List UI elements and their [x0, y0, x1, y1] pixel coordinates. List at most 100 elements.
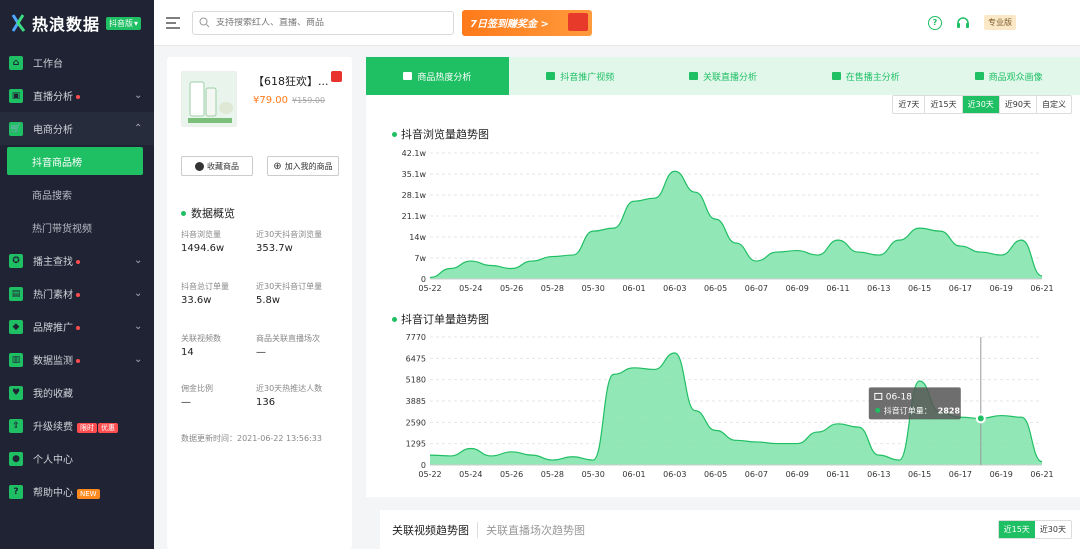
- tab-person[interactable]: 在售播主分析: [794, 57, 937, 95]
- promo-text: 7日签到赚奖金 >: [470, 19, 549, 30]
- logo[interactable]: 热浪数据 抖音版 ▾: [0, 0, 154, 46]
- x-tick-label: 06-15: [908, 284, 931, 293]
- collect-button[interactable]: 收藏商品: [181, 156, 253, 176]
- promo-banner[interactable]: 7日签到赚奖金 >: [462, 9, 592, 36]
- range-30d[interactable]: 近30天: [1035, 521, 1071, 538]
- product-title[interactable]: 【618狂欢】...: [253, 73, 329, 89]
- chart-icon: ▥: [9, 352, 23, 367]
- x-tick-label: 05-22: [418, 284, 441, 293]
- x-tick-label: 06-01: [622, 284, 645, 293]
- topbar-actions: ? 专业版: [928, 15, 1080, 30]
- stat-item: 近30天抖音订单量 5.8w: [256, 281, 322, 306]
- stat-label: 商品关联直播场次: [256, 334, 320, 343]
- add-label: 加入我的商品: [284, 161, 333, 171]
- sidebar-item[interactable]: ▥ 数据监测 ⌄: [0, 343, 154, 376]
- tab-bag[interactable]: 商品热度分析: [366, 57, 509, 95]
- stat-item: 抖音浏览量 1494.6w: [181, 229, 224, 254]
- sidebar-item-text: 工作台: [33, 59, 63, 70]
- promo-tag: 限时: [77, 423, 97, 433]
- chevron-down-icon: ⌄: [134, 255, 143, 266]
- date-range-selector: 近7天 近15天 近30天 近90天 自定义: [892, 95, 1072, 114]
- sidebar-item[interactable]: ? 帮助中心 NEW: [0, 475, 154, 508]
- sidebar-item-text: 个人中心: [33, 455, 73, 466]
- chevron-down-icon: ⌄: [134, 288, 143, 299]
- sidebar-item[interactable]: ♥ 我的收藏: [0, 376, 154, 409]
- green-dot-icon: [392, 131, 397, 137]
- version-badge[interactable]: 抖音版 ▾: [106, 16, 142, 30]
- x-tick-label: 06-11: [826, 284, 849, 293]
- heart-icon: ♥: [9, 385, 23, 400]
- range-option[interactable]: 自定义: [1037, 96, 1071, 113]
- tab-video[interactable]: 抖音推广视频: [509, 57, 652, 95]
- user-icon: ●: [9, 451, 23, 466]
- sidebar-subitem-label: 热门带货视频: [32, 224, 92, 235]
- sidebar-item-text: 品牌推广: [33, 323, 73, 334]
- sidebar-subitem[interactable]: 商品搜索: [0, 178, 154, 211]
- sidebar-item[interactable]: ▣ 直播分析 ⌄: [0, 79, 154, 112]
- tooltip-label: 抖音订单量：: [884, 405, 932, 415]
- views-chart[interactable]: 0 7w 14w 21.1w 28.1w 35.1w 42.1w 05-22 05-24 05-2…: [366, 145, 1080, 303]
- sidebar-item[interactable]: ◆ 品牌推广 ⌄: [0, 310, 154, 343]
- orders-chart[interactable]: 0 1295 2590 3885 5180 6475 7770 05-22 05-24 05-26…: [366, 329, 1080, 489]
- x-tick-label: 06-03: [663, 470, 686, 479]
- range-option[interactable]: 近7天: [893, 96, 926, 113]
- headset-icon[interactable]: [956, 16, 970, 30]
- sidebar-item-label: 升级续费 限时 优惠: [33, 418, 146, 433]
- sidebar-subitem[interactable]: 热门带货视频: [0, 211, 154, 244]
- search-input[interactable]: [216, 17, 436, 28]
- heart-icon: [195, 161, 204, 171]
- range-option[interactable]: 近15天: [925, 96, 963, 113]
- y-tick-label: 35.1w: [402, 170, 427, 179]
- tab-link[interactable]: 关联直播分析: [652, 57, 795, 95]
- x-tick-label: 06-15: [908, 470, 931, 479]
- range-option[interactable]: 近30天: [962, 96, 1000, 113]
- sidebar-item[interactable]: 🛒 电商分析 ⌃: [0, 112, 154, 145]
- sidebar-item-label: 直播分析: [33, 88, 134, 103]
- add-product-button[interactable]: ⊕ 加入我的商品: [267, 156, 339, 176]
- views-chart-title: 抖音浏览量趋势图: [392, 126, 489, 142]
- stat-value: 136: [256, 397, 276, 408]
- sidebar-item-text: 电商分析: [33, 125, 73, 136]
- sidebar-item[interactable]: ⌂ 工作台: [0, 46, 154, 79]
- x-tick-label: 05-26: [500, 470, 523, 479]
- y-tick-label: 6475: [406, 354, 426, 363]
- chevron-down-icon: ⌄: [134, 354, 143, 365]
- trend-section-header: 关联视频趋势图 关联直播场次趋势图 近15天 近30天: [380, 510, 1080, 549]
- y-tick-label: 21.1w: [402, 212, 427, 221]
- sidebar-item[interactable]: ⇧ 升级续费 限时 优惠: [0, 409, 154, 442]
- x-tick-label: 05-28: [541, 284, 564, 293]
- sidebar-item[interactable]: ✪ 播主查找 ⌄: [0, 244, 154, 277]
- x-tick-label: 06-13: [867, 470, 890, 479]
- collect-label: 收藏商品: [207, 161, 239, 171]
- bag-icon: [403, 72, 413, 80]
- help-icon: ?: [9, 484, 23, 499]
- product-card: 【618狂欢】... ¥79.00 ¥159.00 收藏商品 ⊕ 加入我的商品 数据…: [167, 57, 352, 549]
- x-tick-label: 05-30: [582, 284, 605, 293]
- x-tick-label: 06-05: [704, 284, 727, 293]
- product-image[interactable]: [181, 71, 237, 127]
- y-tick-label: 14w: [409, 233, 426, 242]
- tab-video-trend[interactable]: 关联视频趋势图: [392, 522, 469, 538]
- portrait-icon: [974, 72, 984, 80]
- stat-item: 佣金比例 —: [181, 383, 213, 408]
- tooltip-value: 2828: [938, 406, 961, 415]
- red-dot-badge: [76, 293, 80, 297]
- sidebar-subitem-label: 商品搜索: [32, 191, 72, 202]
- orders-chart-title: 抖音订单量趋势图: [392, 311, 489, 327]
- menu-toggle-icon[interactable]: [166, 16, 180, 29]
- cart-icon: 🛒: [9, 121, 23, 136]
- sidebar-subitem[interactable]: 抖音商品榜: [7, 147, 143, 175]
- stat-item: 商品关联直播场次 —: [256, 333, 320, 358]
- y-tick-label: 28.1w: [402, 191, 427, 200]
- range-option[interactable]: 近90天: [1000, 96, 1037, 113]
- stat-value: 33.6w: [181, 295, 212, 306]
- range-15d[interactable]: 近15天: [998, 521, 1035, 538]
- douyin-icon: [331, 71, 342, 82]
- help-circle-icon[interactable]: ?: [928, 15, 942, 30]
- trend-range-selector: 近15天 近30天: [997, 520, 1072, 539]
- sidebar-item[interactable]: ● 个人中心: [0, 442, 154, 475]
- pro-badge[interactable]: 专业版: [984, 15, 1016, 30]
- sidebar-item[interactable]: ▤ 热门素材 ⌄: [0, 277, 154, 310]
- tab-live-trend[interactable]: 关联直播场次趋势图: [477, 521, 585, 538]
- tab-portrait[interactable]: 商品观众画像: [937, 57, 1080, 95]
